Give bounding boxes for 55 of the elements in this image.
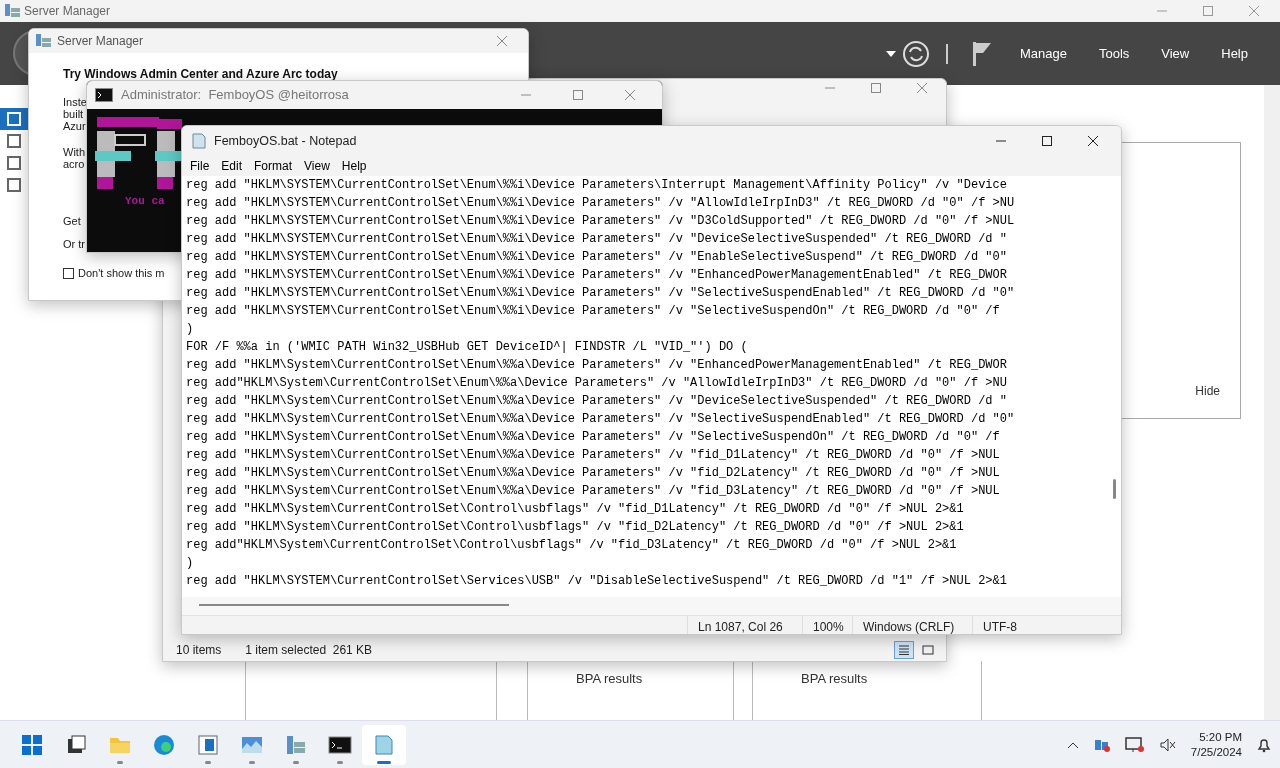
code-line: reg add "HKLM\System\CurrentControlSet\Enum\%%a\Device Parameters" /v "SelectiveSuspendOn" /t REG_DWORD /d "0" /f (186, 429, 1001, 446)
code-line: reg add "HKLM\SYSTEM\CurrentControlSet\Enum\%%i\Device Parameters" /v "EnableSelectiveSuspend" /t REG_DWORD /d "0" (186, 249, 1008, 266)
menu-item[interactable]: View (1157, 43, 1194, 64)
code-line: reg add "HKLM\System\CurrentControlSet\Enum\%%a\Device Parameters" /v "EnhancedPowerManagementEnabled" /t REG_DWOR (186, 357, 1008, 374)
code-line: reg add"HKLM\System\CurrentControlSet\Enum\%%a\Device Parameters" /v "AllowIdleIrpInD3" /t REG_DWORD /d "0" /f >NU (186, 375, 1008, 392)
code-line: reg add"HKLM\System\CurrentControlSet\Control\usbflags" /v "fid_D3Latency" /t REG_DWORD /d "0" /f >NUL 2>&1 (186, 537, 958, 554)
menu-item[interactable]: Edit (215, 157, 249, 175)
code-line: reg add "HKLM\System\CurrentControlSet\Enum\%%a\Device Parameters" /v "fid_D2Latency" /t REG_DWORD /d "0" /f >NUL (186, 465, 1001, 482)
selection-info: 1 item selected 261 KB (245, 642, 373, 659)
code-line: reg add "HKLM\System\CurrentControlSet\Enum\%%a\Device Parameters" /v "SelectiveSuspendEnabled" /t REG_DWORD /d "0" (186, 411, 1015, 428)
code-line: ) (186, 555, 195, 572)
menu-item[interactable]: Format (248, 157, 299, 175)
dialog-text: built (63, 108, 84, 120)
dialog-heading: Try Windows Admin Center and Azure Arc today (63, 66, 338, 83)
code-line: reg add "HKLM\SYSTEM\CurrentControlSet\Enum\%%i\Device Parameters" /v "EnhancedPowerManagementEnabled" /t REG_DWOR (186, 267, 1008, 284)
code-line: FOR /F %%a in ('WMIC PATH Win32_USBHub GET DeviceID^| FINDSTR /L "VID_"') DO ( (186, 339, 749, 356)
dialog-text: Or tr (63, 238, 85, 250)
code-line: reg add "HKLM\SYSTEM\CurrentControlSet\Enum\%%i\Device Parameters" /v "SelectiveSuspendEnabled" /t REG_DWORD /d "0" (186, 285, 1015, 302)
code-line: reg add "HKLM\System\CurrentControlSet\Enum\%%a\Device Parameters" /v "DeviceSelectiveSuspended" /t REG_DWORD /d " (186, 393, 1008, 410)
code-line: reg add "HKLM\SYSTEM\CurrentControlSet\Enum\%%i\Device Parameters" /v "AllowIdleIrpInD3" /t REG_DWORD /d "0" /f >NU (186, 195, 1015, 212)
clock-date[interactable]: 7/25/2024 (1190, 744, 1242, 760)
code-line: reg add "HKLM\SYSTEM\CurrentControlSet\Enum\%%i\Device Parameters" /v "DeviceSelectiveSuspended" /t REG_DWORD /d " (186, 231, 1008, 248)
status-text: 100% (802, 616, 852, 634)
code-line: reg add "HKLM\SYSTEM\CurrentControlSet\Enum\%%i\Device Parameters\Interrupt Management\Affinity Policy" /v "Device (186, 177, 1008, 194)
menu-item[interactable]: Help (1217, 43, 1252, 64)
dialog-title: Server Manager (57, 33, 144, 50)
item-count: 10 items (176, 642, 222, 659)
menu-item[interactable]: View (298, 157, 336, 175)
menu-item[interactable]: Help (335, 157, 373, 175)
code-line: reg add "HKLM\SYSTEM\CurrentControlSet\Enum\%%i\Device Parameters" /v "D3ColdSupported" /t REG_DWORD /d "0" /f >NUL (186, 213, 1015, 230)
menu-item[interactable]: File (184, 157, 216, 175)
code-line: reg add "HKLM\System\CurrentControlSet\Control\usbflags" /v "fid_D2Latency" /t REG_DWORD /d "0" /f >NUL 2>&1 (186, 519, 965, 536)
dont-show-checkbox[interactable]: Don't show this m (63, 265, 165, 282)
window-title: Server Manager (24, 3, 111, 20)
code-line: reg add "HKLM\System\CurrentControlSet\Enum\%%a\Device Parameters" /v "fid_D1Latency" /t REG_DWORD /d "0" /f >NUL (186, 447, 1001, 464)
code-line: reg add "HKLM\System\CurrentControlSet\Control\usbflags" /v "fid_D1Latency" /t REG_DWORD /d "0" /f >NUL 2>&1 (186, 501, 965, 518)
banner-text: You ca (125, 194, 165, 209)
dialog-text: With (63, 146, 85, 158)
window-title: Administrator: FemboyOS @heitorrosa (121, 86, 349, 105)
dialog-text: Get (63, 215, 81, 227)
status-text: Windows (CRLF) (852, 616, 972, 634)
dialog-text: Azur (63, 120, 86, 132)
code-line: ) (186, 321, 195, 338)
code-line: reg add "HKLM\SYSTEM\CurrentControlSet\Services\USB" /v "DisableSelectiveSuspend" /t REG_DWORD /d "1" /f >NUL 2>&1 (186, 573, 1008, 590)
dialog-text: acro (63, 158, 85, 170)
status-text: Ln 1087, Col 26 (687, 616, 802, 634)
dialog-text: Inste (63, 96, 87, 108)
menu-item[interactable]: Manage (1015, 43, 1071, 64)
window-title: FemboyOS.bat - Notepad (214, 132, 357, 150)
menu-item[interactable]: Tools (1094, 43, 1134, 64)
hide-button[interactable]: Hide (1195, 382, 1220, 400)
code-line: reg add "HKLM\SYSTEM\CurrentControlSet\Enum\%%i\Device Parameters" /v "SelectiveSuspendOn" /t REG_DWORD /d "0" /f (186, 303, 1001, 320)
status-text: UTF-8 (972, 616, 1052, 634)
clock-time[interactable]: 5:20 PM (1190, 729, 1242, 745)
code-line: reg add "HKLM\System\CurrentControlSet\Enum\%%a\Device Parameters" /v "fid_D3Latency" /t REG_DWORD /d "0" /f >NUL (186, 483, 1001, 500)
